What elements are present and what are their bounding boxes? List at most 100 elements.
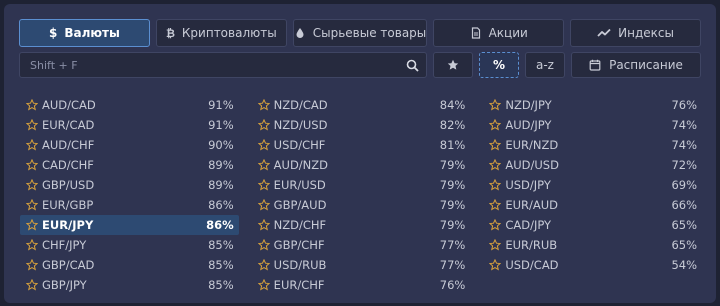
asset-row[interactable]: USD/RUB 77% bbox=[252, 255, 471, 275]
asset-payout: 85% bbox=[208, 278, 234, 292]
asset-pair: GBP/CAD bbox=[42, 258, 95, 272]
asset-row[interactable]: AUD/CHF 90% bbox=[20, 135, 239, 155]
asset-payout: 91% bbox=[208, 98, 234, 112]
tab-label: Акции bbox=[488, 26, 528, 40]
asset-pair: GBP/USD bbox=[42, 178, 95, 192]
star-icon[interactable] bbox=[489, 159, 502, 171]
asset-row[interactable]: AUD/CAD 91% bbox=[20, 95, 239, 115]
asset-row[interactable]: NZD/CHF 79% bbox=[252, 215, 471, 235]
star-icon[interactable] bbox=[26, 279, 38, 291]
asset-row[interactable]: USD/JPY 69% bbox=[483, 175, 702, 195]
star-icon[interactable] bbox=[26, 119, 38, 131]
asset-payout: 65% bbox=[671, 218, 698, 232]
star-icon[interactable] bbox=[257, 279, 270, 291]
asset-row[interactable]: AUD/USD 72% bbox=[483, 155, 702, 175]
asset-payout: 66% bbox=[671, 198, 698, 212]
asset-pair: NZD/JPY bbox=[505, 98, 552, 112]
asset-payout: 79% bbox=[439, 158, 466, 172]
search-box bbox=[19, 52, 427, 78]
asset-row[interactable]: AUD/NZD 79% bbox=[252, 155, 471, 175]
asset-row[interactable]: GBP/USD 89% bbox=[20, 175, 239, 195]
asset-payout: 85% bbox=[208, 258, 234, 272]
filter-row: % a-z Расписание bbox=[19, 52, 701, 78]
tab-commodities[interactable]: Сырьевые товары bbox=[292, 19, 428, 47]
asset-row[interactable]: EUR/USD 79% bbox=[252, 175, 471, 195]
asset-payout: 76% bbox=[439, 278, 466, 292]
asset-row[interactable]: EUR/GBP 86% bbox=[20, 195, 239, 215]
asset-row[interactable]: EUR/RUB 65% bbox=[483, 235, 702, 255]
star-icon[interactable] bbox=[257, 239, 270, 251]
asset-column: NZD/CAD 84% NZD/USD 82% USD/CHF 81% AUD/NZD 79%… bbox=[252, 95, 471, 295]
star-icon[interactable] bbox=[257, 219, 270, 231]
schedule-button[interactable]: Расписание bbox=[571, 52, 701, 78]
asset-row[interactable]: GBP/CHF 77% bbox=[252, 235, 471, 255]
star-icon[interactable] bbox=[26, 199, 38, 211]
star-icon[interactable] bbox=[257, 139, 270, 151]
star-icon[interactable] bbox=[489, 179, 502, 191]
asset-payout: 79% bbox=[439, 178, 466, 192]
asset-column: NZD/JPY 76% AUD/JPY 74% EUR/NZD 74% AUD/USD 72%… bbox=[483, 95, 702, 295]
star-icon[interactable] bbox=[257, 259, 270, 271]
tab-label: Индексы bbox=[618, 26, 674, 40]
star-icon[interactable] bbox=[489, 119, 502, 131]
asset-pair: GBP/JPY bbox=[42, 278, 87, 292]
star-icon[interactable] bbox=[26, 159, 38, 171]
asset-pair: GBP/CHF bbox=[273, 238, 325, 252]
star-icon[interactable] bbox=[257, 119, 270, 131]
asset-pair: GBP/AUD bbox=[273, 198, 327, 212]
star-icon[interactable] bbox=[489, 99, 502, 111]
asset-row[interactable]: CAD/CHF 89% bbox=[20, 155, 239, 175]
star-icon[interactable] bbox=[257, 199, 270, 211]
asset-row[interactable]: GBP/CAD 85% bbox=[20, 255, 239, 275]
tab-stocks[interactable]: Акции bbox=[433, 19, 565, 47]
trend-icon bbox=[597, 28, 611, 37]
asset-row[interactable]: USD/CHF 81% bbox=[252, 135, 471, 155]
asset-payout: 74% bbox=[671, 118, 698, 132]
search-icon[interactable] bbox=[406, 59, 419, 72]
asset-row[interactable]: AUD/JPY 74% bbox=[483, 115, 702, 135]
sort-percent-button[interactable]: % bbox=[479, 52, 519, 78]
star-icon[interactable] bbox=[26, 259, 38, 271]
asset-pair: NZD/CHF bbox=[273, 218, 327, 232]
asset-pair: CAD/JPY bbox=[505, 218, 552, 232]
asset-row[interactable]: CAD/JPY 65% bbox=[483, 215, 702, 235]
asset-row[interactable]: GBP/AUD 79% bbox=[252, 195, 471, 215]
tab-indices[interactable]: Индексы bbox=[570, 19, 702, 47]
asset-row[interactable]: NZD/CAD 84% bbox=[252, 95, 471, 115]
tab-crypto[interactable]: ₿ Криптовалюты bbox=[155, 19, 287, 47]
star-icon[interactable] bbox=[26, 139, 38, 151]
star-icon[interactable] bbox=[26, 239, 38, 251]
asset-row[interactable]: EUR/AUD 66% bbox=[483, 195, 702, 215]
asset-row[interactable]: EUR/JPY 86% bbox=[20, 215, 239, 235]
tab-currencies[interactable]: $ Валюты bbox=[19, 19, 150, 47]
asset-payout: 77% bbox=[439, 238, 466, 252]
asset-row[interactable]: USD/CAD 54% bbox=[483, 255, 702, 275]
asset-selector-panel: $ Валюты ₿ Криптовалюты Сырьевые товары … bbox=[4, 4, 716, 303]
asset-payout: 81% bbox=[439, 138, 466, 152]
star-icon[interactable] bbox=[489, 199, 502, 211]
star-icon[interactable] bbox=[257, 99, 270, 111]
asset-row[interactable]: EUR/CHF 76% bbox=[252, 275, 471, 295]
asset-row[interactable]: EUR/NZD 74% bbox=[483, 135, 702, 155]
favorites-button[interactable] bbox=[433, 52, 473, 78]
asset-row[interactable]: GBP/JPY 85% bbox=[20, 275, 239, 295]
star-icon[interactable] bbox=[489, 219, 502, 231]
star-icon[interactable] bbox=[489, 239, 502, 251]
star-icon[interactable] bbox=[257, 179, 270, 191]
star-icon[interactable] bbox=[26, 99, 38, 111]
star-icon[interactable] bbox=[489, 139, 502, 151]
star-icon[interactable] bbox=[489, 259, 502, 271]
asset-payout: 86% bbox=[208, 198, 234, 212]
asset-payout: 89% bbox=[208, 158, 234, 172]
asset-row[interactable]: NZD/USD 82% bbox=[252, 115, 471, 135]
sort-az-label: a-z bbox=[536, 58, 554, 72]
asset-payout: 85% bbox=[208, 238, 234, 252]
star-icon[interactable] bbox=[257, 159, 270, 171]
asset-row[interactable]: CHF/JPY 85% bbox=[20, 235, 239, 255]
star-icon[interactable] bbox=[26, 179, 38, 191]
star-icon[interactable] bbox=[26, 219, 38, 231]
asset-row[interactable]: EUR/CAD 91% bbox=[20, 115, 239, 135]
asset-row[interactable]: NZD/JPY 76% bbox=[483, 95, 702, 115]
search-input[interactable] bbox=[20, 53, 426, 77]
sort-az-button[interactable]: a-z bbox=[525, 52, 565, 78]
